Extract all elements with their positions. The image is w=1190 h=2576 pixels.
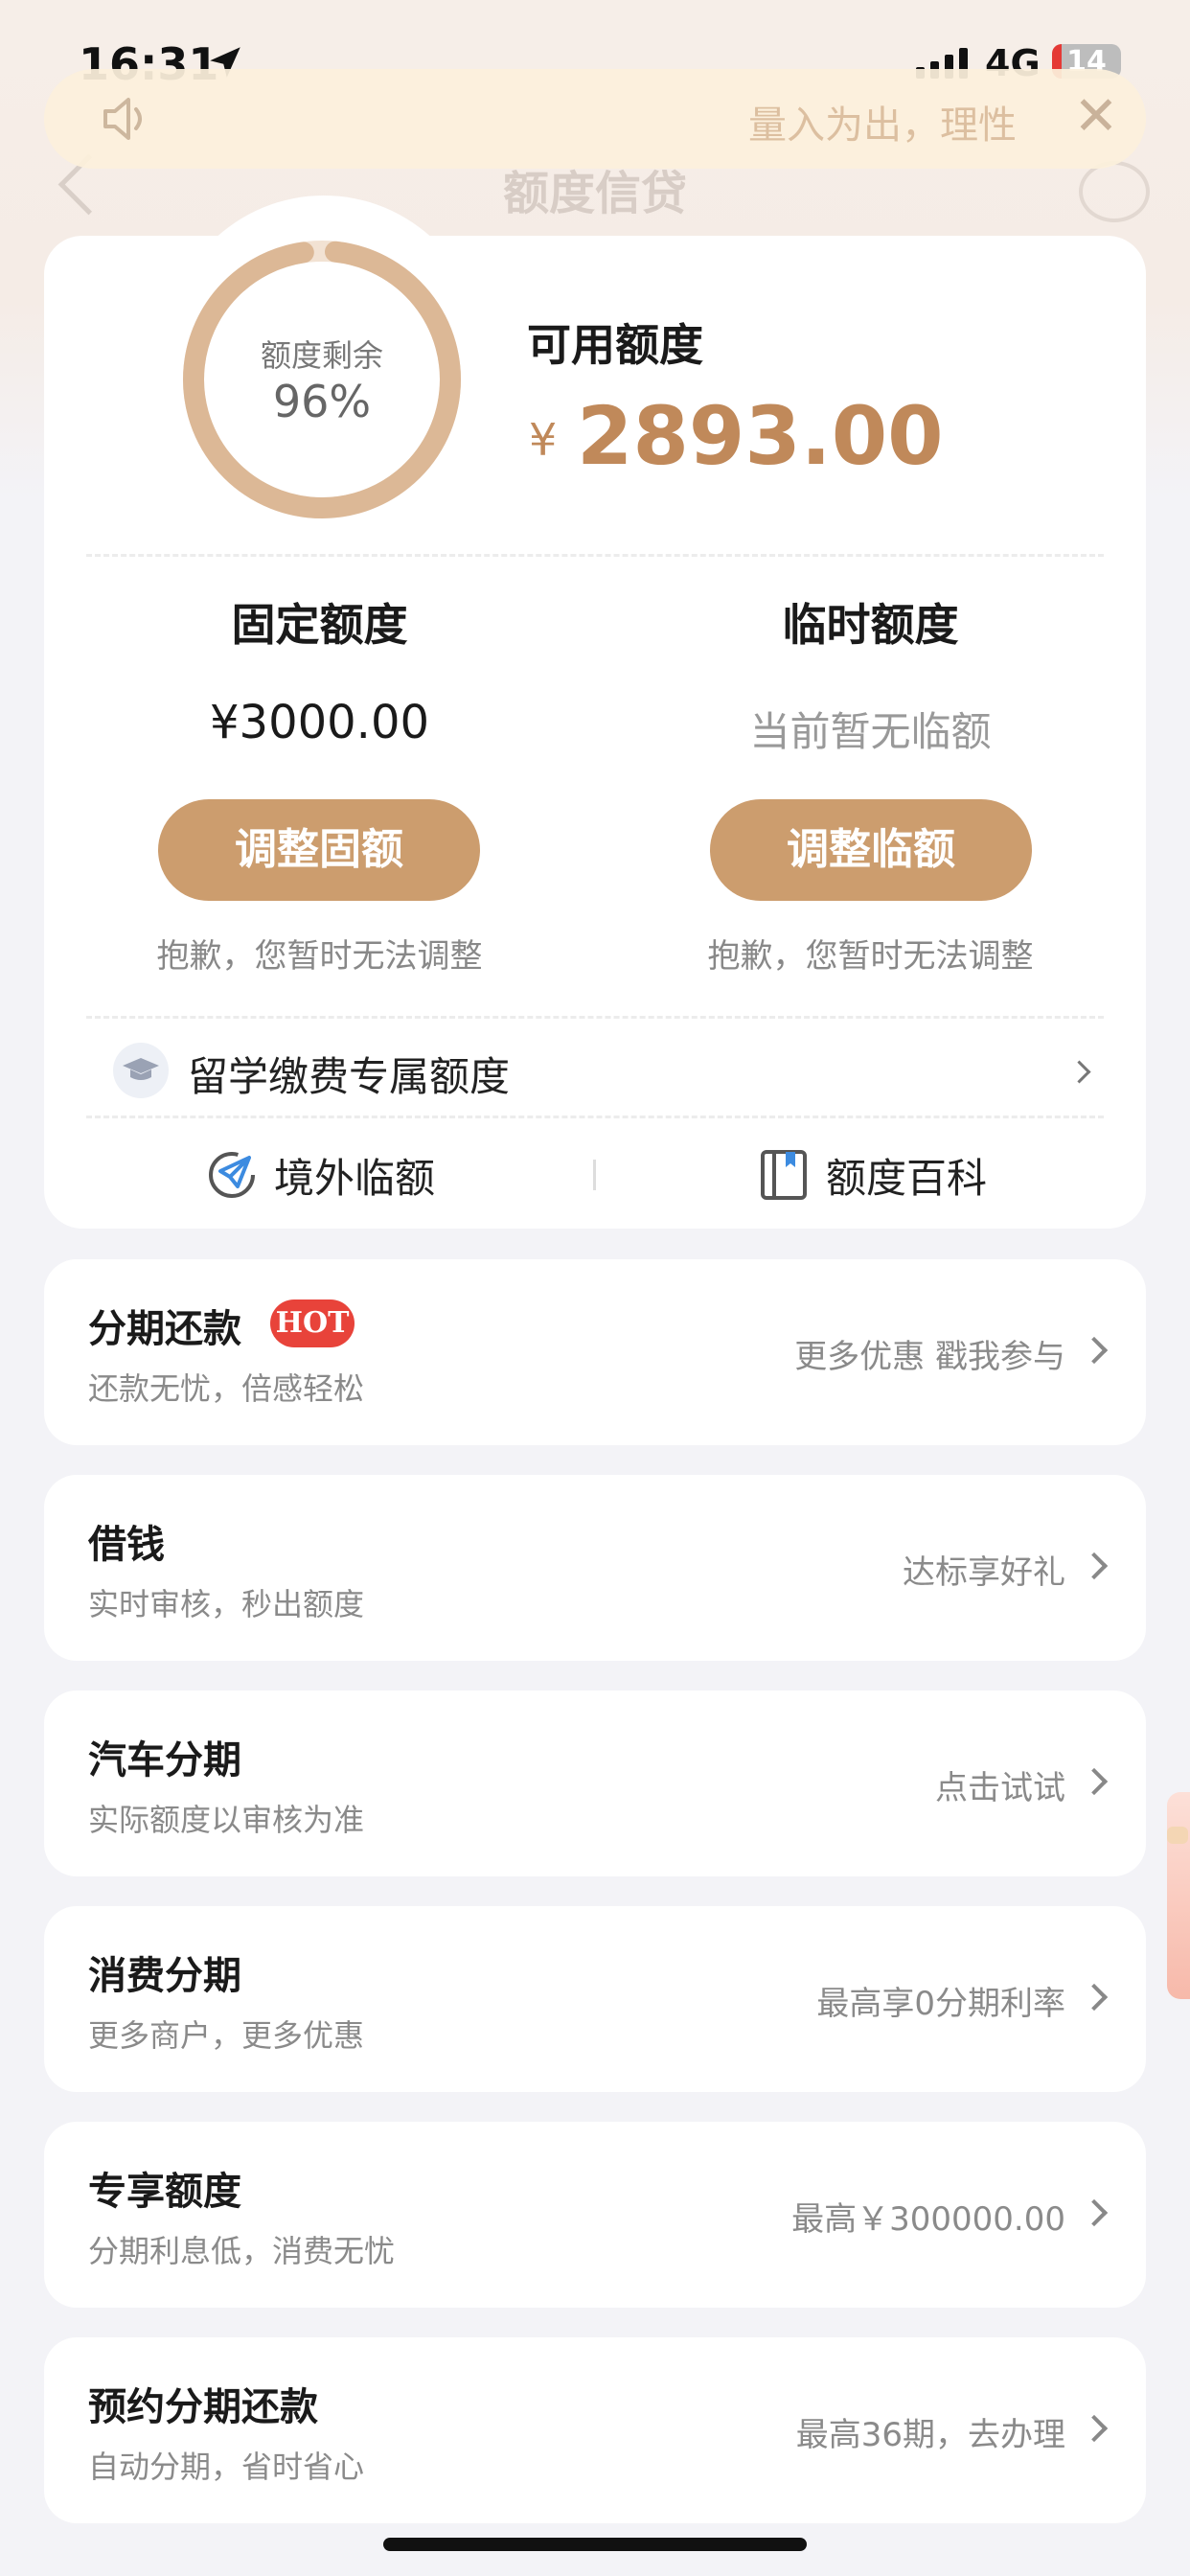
divider <box>86 1116 1104 1118</box>
hot-badge: HOT <box>270 1300 355 1347</box>
row-subtitle: 还款无忧，倍感轻松 <box>88 1370 365 1407</box>
row-promo: 点击试试 <box>935 1769 1065 1807</box>
scheduled-installment-row[interactable]: 预约分期还款 自动分期，省时省心 最高36期，去办理 <box>44 2337 1146 2523</box>
divider <box>86 554 1104 557</box>
row-promo: 最高享0分期利率 <box>816 1985 1065 2023</box>
book-icon <box>761 1150 807 1200</box>
vertical-divider <box>593 1160 596 1190</box>
home-indicator[interactable] <box>383 2538 807 2551</box>
notice-text: 量入为出，理性 <box>748 104 1017 148</box>
row-subtitle: 分期利息低，消费无忧 <box>88 2233 396 2269</box>
consumer-installment-row[interactable]: 消费分期 更多商户，更多优惠 最高享0分期利率 <box>44 1906 1146 2092</box>
divider <box>86 1016 1104 1019</box>
temp-limit-value: 当前暂无临额 <box>749 708 992 755</box>
adjust-fixed-button[interactable]: 调整固额 <box>158 799 480 901</box>
row-title: 分期还款 <box>88 1307 241 1351</box>
row-subtitle: 实际额度以审核为准 <box>88 1802 365 1838</box>
row-promo: 最高￥300000.00 <box>791 2200 1065 2239</box>
adjust-temp-button[interactable]: 调整临额 <box>710 799 1032 901</box>
fixed-limit-title: 固定额度 <box>231 599 408 651</box>
plane-circle-icon <box>209 1152 255 1198</box>
row-title: 汽车分期 <box>88 1738 241 1782</box>
borrow-money-row[interactable]: 借钱 实时审核，秒出额度 达标享好礼 <box>44 1475 1146 1661</box>
row-promo: 更多优惠 戳我参与 <box>794 1338 1065 1376</box>
row-title: 借钱 <box>88 1523 165 1567</box>
row-promo: 达标享好礼 <box>903 1553 1065 1592</box>
chevron-right-icon <box>1080 1983 1109 2012</box>
overseas-temp-label: 境外临额 <box>274 1155 436 1202</box>
currency-symbol: ¥ <box>529 414 558 466</box>
chevron-right-icon <box>1067 1060 1091 1084</box>
speaker-icon <box>103 98 142 140</box>
row-promo: 最高36期，去办理 <box>795 2416 1065 2454</box>
chevron-right-icon <box>1080 2198 1109 2227</box>
chevron-right-icon <box>1080 1767 1109 1796</box>
fixed-limit-value: ¥3000.00 <box>209 696 430 749</box>
limit-encyclopedia-label: 额度百科 <box>826 1155 988 1202</box>
chevron-right-icon <box>1080 2414 1109 2443</box>
remaining-label: 额度剩余 <box>260 337 383 374</box>
graduation-cap-icon <box>113 1043 169 1098</box>
temp-adjust-note: 抱歉，您暂时无法调整 <box>707 937 1034 976</box>
row-subtitle: 更多商户，更多优惠 <box>88 2017 365 2054</box>
fixed-adjust-note: 抱歉，您暂时无法调整 <box>156 937 483 976</box>
chevron-right-icon <box>1080 1552 1109 1580</box>
row-subtitle: 自动分期，省时省心 <box>88 2449 365 2485</box>
remaining-percent: 96% <box>272 376 372 427</box>
study-abroad-label: 留学缴费专属额度 <box>188 1053 511 1100</box>
available-amount: 2893.00 <box>577 389 944 483</box>
installment-repayment-row[interactable]: 分期还款 HOT 还款无忧，倍感轻松 更多优惠 戳我参与 <box>44 1259 1146 1445</box>
row-subtitle: 实时审核，秒出额度 <box>88 1586 365 1622</box>
available-label: 可用额度 <box>527 319 703 371</box>
row-title: 预约分期还款 <box>88 2385 318 2429</box>
exclusive-limit-row[interactable]: 专享额度 分期利息低，消费无忧 最高￥300000.00 <box>44 2122 1146 2308</box>
close-icon[interactable]: ✕ <box>1067 88 1125 146</box>
credit-summary-card: 额度剩余 96% 可用额度 ¥ 2893.00 固定额度 临时额度 ¥3000.… <box>44 196 1146 1229</box>
row-title: 消费分期 <box>88 1954 241 1998</box>
notice-banner[interactable]: 量入为出，理性 ✕ <box>44 69 1146 169</box>
car-installment-row[interactable]: 汽车分期 实际额度以审核为准 点击试试 <box>44 1690 1146 1876</box>
chevron-right-icon <box>1080 1336 1109 1365</box>
temp-limit-title: 临时额度 <box>782 599 959 651</box>
service-avatar-icon[interactable] <box>1079 161 1150 222</box>
side-tab-icon <box>1167 1827 1188 1844</box>
floating-side-tab[interactable] <box>1167 1792 1190 1999</box>
row-title: 专享额度 <box>88 2170 241 2214</box>
